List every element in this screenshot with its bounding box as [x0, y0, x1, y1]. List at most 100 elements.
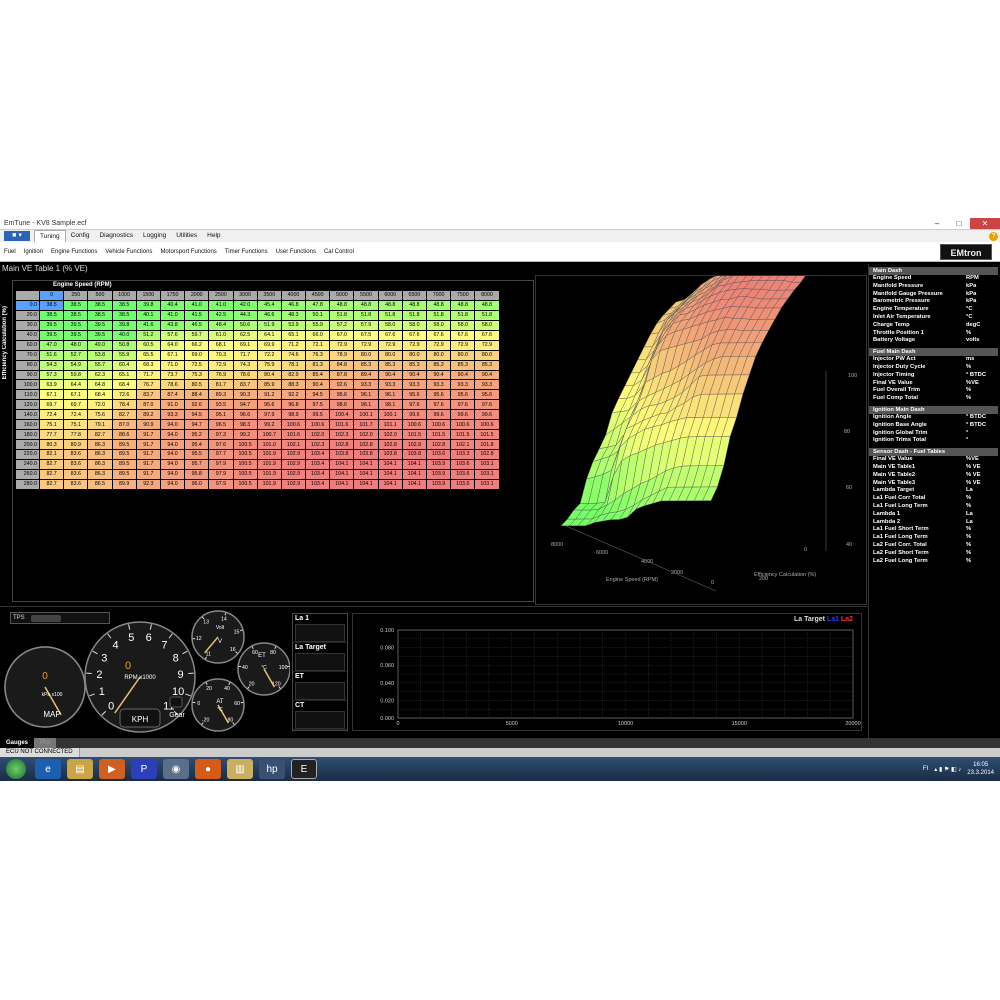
ve-cell[interactable]: 89.5 [111, 458, 137, 470]
ribbon-user-functions[interactable]: User Functions [272, 249, 320, 255]
ve-cell[interactable]: 83.6 [63, 468, 89, 480]
ve-cell[interactable]: 85.3 [401, 359, 428, 371]
tab-gauges[interactable]: Gauges [0, 738, 35, 748]
side-row[interactable]: Ignition Global Trim ° [869, 430, 998, 438]
ve-cell[interactable]: 40.1 [135, 309, 161, 321]
rpm-header-cell[interactable]: 6500 [401, 290, 428, 301]
ve-cell[interactable]: 97.9 [256, 409, 282, 421]
ve-cell[interactable]: 94.0 [159, 449, 186, 460]
ve-cell[interactable]: 75.6 [87, 409, 113, 421]
ve-cell[interactable]: 100.6 [401, 419, 428, 431]
ve-cell[interactable]: 45.4 [256, 299, 282, 311]
rpm-header-cell[interactable]: 5000 [329, 290, 355, 301]
ve-cell[interactable]: 80.5 [184, 379, 210, 391]
ve-cell[interactable]: 101.5 [401, 429, 428, 441]
language-indicator[interactable]: FI [923, 766, 928, 772]
ve-cell[interactable]: 59.7 [184, 329, 210, 341]
ve-cell[interactable]: 102.9 [280, 468, 307, 480]
ve-cell[interactable]: 55.9 [111, 349, 137, 361]
ve-cell[interactable]: 94.0 [159, 439, 186, 450]
rpm-header-cell[interactable]: 3000 [232, 290, 258, 301]
ve-cell[interactable]: 86.3 [87, 468, 113, 480]
ve-cell[interactable]: 101.5 [425, 429, 452, 441]
ve-cell[interactable]: 72.9 [208, 359, 234, 371]
ve-cell[interactable]: 92.2 [280, 389, 307, 401]
ve-cell[interactable]: 48.8 [474, 299, 500, 311]
ve-cell[interactable]: 80.0 [450, 349, 476, 361]
folder-icon[interactable]: ▤ [67, 759, 93, 779]
side-row[interactable]: Main VE Table1 % VE [869, 464, 998, 472]
load-header-cell[interactable]: 200.0 [15, 439, 40, 450]
ve-cell[interactable]: 78.4 [111, 399, 137, 411]
ve-cell[interactable]: 89.5 [111, 468, 137, 480]
ve-cell[interactable]: 68.1 [208, 339, 234, 351]
menu-tuning[interactable]: Tuning [34, 230, 66, 242]
ve-cell[interactable]: 88.6 [111, 429, 137, 441]
ve-cell[interactable]: 104.1 [401, 458, 428, 470]
ve-cell[interactable]: 87.8 [329, 369, 355, 381]
ve-cell[interactable]: 97.6 [401, 399, 428, 411]
load-header-cell[interactable]: 160.0 [15, 419, 40, 431]
rpm-header-cell[interactable]: 4500 [305, 290, 331, 301]
ve-cell[interactable]: 41.0 [184, 299, 210, 311]
ve-cell[interactable]: 90.4 [425, 369, 452, 381]
ve-cell[interactable]: 42.5 [208, 309, 234, 321]
ve-cell[interactable]: 40.4 [159, 299, 186, 311]
load-header-cell[interactable]: 120.0 [15, 399, 40, 411]
ve-cell[interactable]: 98.1 [353, 399, 379, 411]
ve-cell[interactable]: 103.9 [425, 468, 452, 480]
media-player-icon[interactable]: ▶ [99, 759, 125, 779]
ve-cell[interactable]: 100.1 [377, 409, 403, 421]
ve-cell[interactable]: 95.2 [184, 429, 210, 441]
ve-cell[interactable]: 83.7 [232, 379, 258, 391]
tray-icons[interactable]: ▴ ▮ ⚑ ◧ ♪ [934, 766, 961, 773]
side-row[interactable]: Final VE Value %VE [869, 456, 998, 464]
side-row[interactable]: Main VE Table2 % VE [869, 472, 998, 480]
ve-cell[interactable]: 38.5 [87, 309, 113, 321]
ribbon-timer-functions[interactable]: Timer Functions [221, 249, 272, 255]
ve-cell[interactable]: 87.4 [159, 389, 186, 401]
load-header-cell[interactable]: 90.0 [15, 369, 40, 381]
ve-cell[interactable]: 41.0 [159, 309, 186, 321]
ve-cell[interactable]: 103.3 [450, 449, 476, 460]
ve-cell[interactable]: 51.8 [329, 309, 355, 321]
ve-cell[interactable]: 41.0 [208, 299, 234, 311]
ve-cell[interactable]: 92.6 [329, 379, 355, 391]
ve-cell[interactable]: 72.0 [87, 399, 113, 411]
ve-cell[interactable]: 48.8 [353, 299, 379, 311]
ve-cell[interactable]: 41.5 [184, 309, 210, 321]
ve-cell[interactable]: 87.0 [111, 419, 137, 431]
ve-cell[interactable]: 64.4 [63, 379, 89, 391]
ve-cell[interactable]: 58.0 [425, 319, 452, 331]
ve-cell[interactable]: 83.6 [63, 449, 89, 460]
ve-cell[interactable]: 50.8 [111, 339, 137, 351]
ve-cell[interactable]: 76.9 [208, 369, 234, 381]
ve-cell[interactable]: 99.6 [401, 409, 428, 421]
ve-cell[interactable]: 91.7 [135, 429, 161, 441]
ve-cell[interactable]: 39.5 [63, 329, 89, 341]
ve-cell[interactable]: 38.5 [63, 299, 89, 311]
ve-cell[interactable]: 46.6 [256, 309, 282, 321]
rpm-header-cell[interactable]: 7500 [450, 290, 476, 301]
ve-cell[interactable]: 103.9 [425, 458, 452, 470]
ve-cell[interactable]: 82.7 [38, 458, 65, 470]
rpm-header-cell[interactable]: 3500 [256, 290, 282, 301]
rpm-header-cell[interactable]: 5500 [353, 290, 379, 301]
side-row[interactable]: Battery Voltage volts [869, 337, 998, 345]
close-button[interactable]: ✕ [970, 218, 1000, 229]
ve-cell[interactable]: 82.7 [87, 429, 113, 441]
ve-cell[interactable]: 104.1 [377, 478, 403, 490]
side-row[interactable]: Throttle Position 1% [869, 330, 998, 338]
ve-cell[interactable]: 99.6 [474, 409, 500, 421]
ve-cell[interactable]: 69.1 [232, 339, 258, 351]
ve-cell[interactable]: 97.7 [208, 449, 234, 460]
load-header-cell[interactable]: 30.0 [15, 319, 40, 331]
ve-cell[interactable]: 39.5 [87, 329, 113, 341]
ve-cell[interactable]: 48.8 [329, 299, 355, 311]
ve-cell[interactable]: 83.7 [135, 389, 161, 401]
ve-cell[interactable]: 71.2 [280, 339, 307, 351]
ve-cell[interactable]: 102.8 [353, 439, 379, 450]
ve-cell[interactable]: 72.9 [353, 339, 379, 351]
ve-cell[interactable]: 48.8 [401, 299, 428, 311]
ve-cell[interactable]: 101.9 [256, 478, 282, 490]
